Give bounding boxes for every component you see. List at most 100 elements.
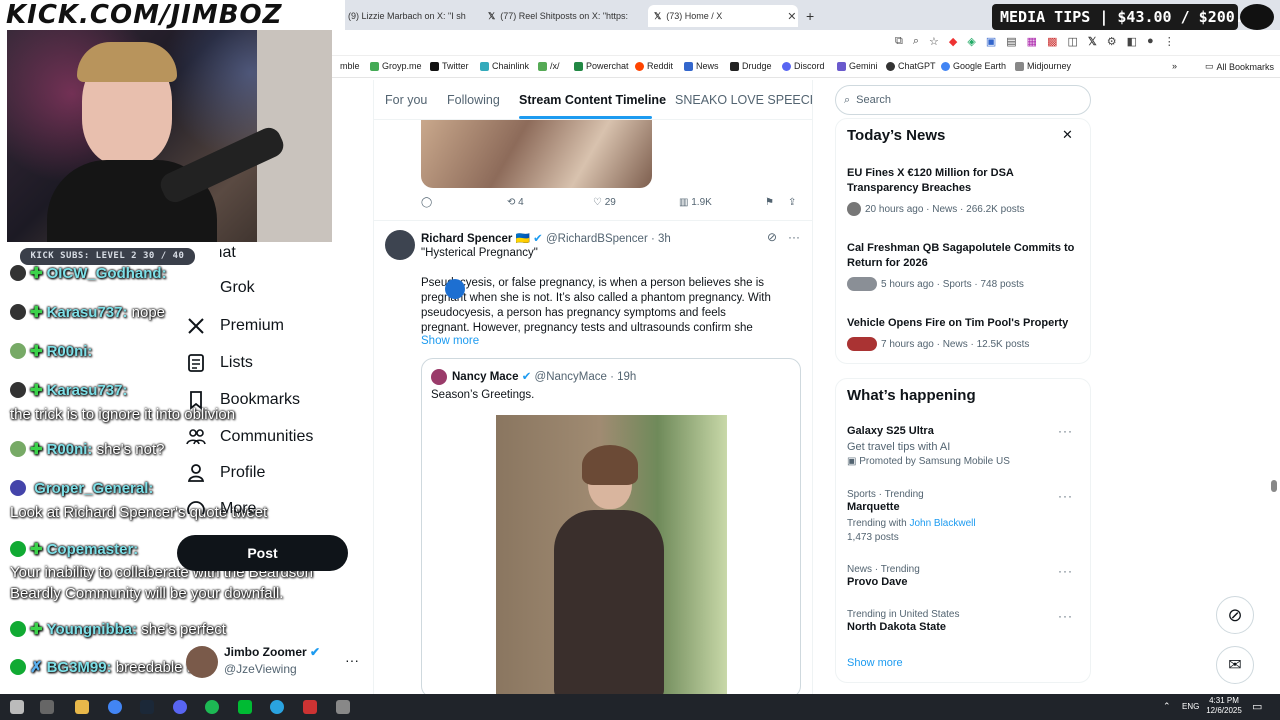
trend-link[interactable]: John Blackwell [909,518,975,529]
zoom-icon[interactable]: ⌕ [913,35,919,48]
news-item[interactable]: Vehicle Opens Fire on Tim Pool's Propert… [847,316,1082,351]
bookmark[interactable]: Powerchat [574,61,629,71]
nav-more[interactable]: More [186,500,256,514]
quote-handle[interactable]: @NancyMace · 19h [535,371,637,383]
browser-tab-active[interactable]: 𝕏 (73) Home / X ✕ [648,5,798,27]
windows-start-icon[interactable] [10,700,24,714]
more-icon[interactable]: ··· [1058,564,1073,578]
grok-icon[interactable]: ⊘ [767,230,777,244]
bookmark[interactable]: Google Earth [941,61,1006,71]
tray-chevron-icon[interactable]: ⌃ [1163,701,1171,712]
spotify-icon[interactable] [205,700,219,714]
kick-icon[interactable] [238,700,252,714]
tab-for-you[interactable]: For you [385,93,427,107]
tweet-image[interactable] [421,120,652,188]
reply-icon[interactable]: ◯ [421,197,432,208]
close-icon[interactable]: ✕ [787,10,796,23]
retweet-button[interactable]: ⟲ 4 [507,197,524,208]
task-view-icon[interactable] [40,700,54,714]
tweet-handle[interactable]: @RichardBSpencer · 3h [546,233,671,245]
nav-lists[interactable]: Lists [186,353,253,373]
quote-image[interactable] [496,415,727,695]
news-item[interactable]: Cal Freshman QB Sagapolutele Commits to … [847,241,1082,291]
extension-icon[interactable]: ▤ [1006,35,1016,48]
more-icon[interactable]: ··· [1058,489,1073,503]
nav-chat[interactable]: Chat [186,244,236,262]
bookmark[interactable]: News [684,61,719,71]
sidebar-icon[interactable]: ◧ [1127,35,1137,48]
nav-premium[interactable]: Premium [186,316,284,336]
news-item[interactable]: EU Fines X €120 Million for DSA Transpar… [847,166,1082,216]
more-icon[interactable]: ··· [788,230,800,244]
bookmark[interactable]: ChatGPT [886,61,936,71]
tab-following[interactable]: Following [447,93,500,107]
bookmark[interactable]: Gemini [837,61,878,71]
messages-button[interactable]: ✉ [1216,646,1254,684]
tweet-author[interactable]: Richard Spencer 🇺🇦 [421,233,530,245]
tab-sneako-love-speech[interactable]: SNEAKO LOVE SPEECH [675,93,812,107]
install-icon[interactable]: ⧉ [895,35,903,48]
bookmark-icon[interactable]: ⚑ [765,197,774,208]
extension-icon[interactable]: ◆ [949,35,957,48]
quote-tweet[interactable]: Nancy Mace ✔ @NancyMace · 19h Season’s G… [421,358,801,695]
puzzle-icon[interactable]: ⚙ [1107,35,1117,48]
menu-icon[interactable]: ⋮ [1164,35,1175,48]
views-button[interactable]: ▥ 1.9K [679,197,712,208]
bookmark[interactable]: Groyp.me [370,61,422,71]
share-icon[interactable]: ⇪ [788,197,796,208]
bookmark[interactable]: /x/ [538,61,560,71]
steam-icon[interactable] [140,700,154,714]
browser-tab[interactable]: 𝕏(77) Reel Shitposts on X: "https:✕ [488,5,638,27]
more-icon[interactable]: ··· [1058,424,1073,438]
file-explorer-icon[interactable] [75,700,89,714]
x-logo-icon[interactable]: 𝕏 [1088,35,1097,48]
bookmark[interactable]: Twitter [430,61,469,71]
star-icon[interactable]: ☆ [929,35,939,48]
nav-bookmarks[interactable]: Bookmarks [186,390,300,410]
extension-icon[interactable]: ◈ [967,35,975,48]
search-input[interactable]: ⌕ Search [835,85,1091,115]
avatar[interactable] [186,646,218,678]
profile-icon[interactable]: ● [1147,35,1154,48]
quote-author[interactable]: Nancy Mace [452,371,518,383]
extension-icon[interactable]: ▩ [1047,35,1057,48]
like-button[interactable]: ♡ 29 [593,197,616,208]
telegram-icon[interactable] [270,700,284,714]
account-menu-icon[interactable]: ··· [345,652,359,668]
account-name[interactable]: Jimbo Zoomer ✔ [224,645,320,659]
trend-item[interactable]: News · Trending Provo Dave ··· [847,564,1087,590]
browser-tab[interactable]: (9) Lizzie Marbach on X: "I sh✕ [348,5,468,27]
more-bookmarks-icon[interactable]: » [1172,61,1177,71]
grok-button[interactable]: ⊘ [1216,596,1254,634]
discord-icon[interactable] [173,700,187,714]
all-bookmarks[interactable]: ▭ All Bookmarks [1205,61,1274,72]
app-icon[interactable] [303,700,317,714]
bookmark[interactable]: Drudge [730,61,772,71]
clock[interactable]: 4:31 PM 12/6/2025 [1200,696,1248,716]
bookmark[interactable]: Chainlink [480,61,529,71]
nav-grok[interactable]: Grok [186,279,255,297]
close-icon[interactable]: ✕ [1062,127,1073,143]
nav-profile[interactable]: Profile [186,463,265,483]
extension-icon[interactable]: ▣ [986,35,996,48]
chrome-icon[interactable] [108,700,122,714]
extension-icon[interactable]: ▦ [1027,35,1037,48]
post-button[interactable]: Post [177,535,348,571]
nav-communities[interactable]: Communities [186,427,313,447]
tab-stream-content-timeline[interactable]: Stream Content Timeline [519,93,666,107]
show-more-link[interactable]: Show more [421,335,479,347]
app-icon[interactable] [336,700,350,714]
avatar[interactable] [385,230,415,260]
bookmark[interactable]: Reddit [635,61,673,71]
bookmark[interactable]: Discord [782,61,825,71]
more-icon[interactable]: ··· [1058,609,1073,623]
bookmark[interactable]: mble [340,61,360,71]
extension-icon[interactable]: ◫ [1067,35,1077,48]
bookmark[interactable]: Midjourney [1015,61,1071,71]
scrollbar[interactable] [1271,480,1277,492]
show-more-link[interactable]: Show more [847,657,903,669]
trend-item[interactable]: Galaxy S25 Ultra Get travel tips with AI… [847,424,1087,467]
trend-item[interactable]: Trending in United States North Dakota S… [847,609,1087,635]
trend-item[interactable]: Sports · Trending Marquette Trending wit… [847,489,1087,543]
notification-icon[interactable]: ▭ [1252,700,1262,713]
